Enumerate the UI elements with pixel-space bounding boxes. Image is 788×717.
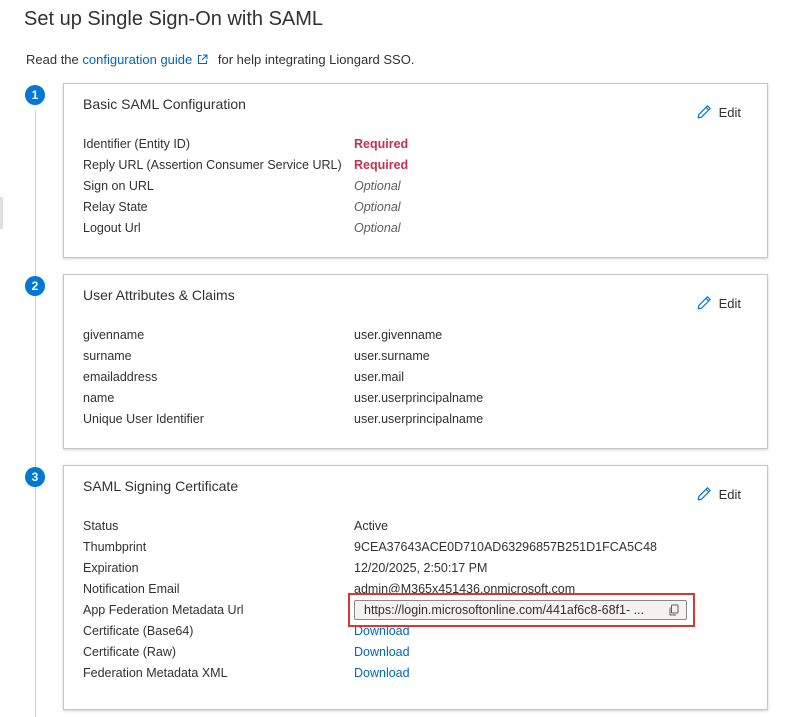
cert-row: Certificate (Raw) Download (83, 641, 757, 662)
download-federation-xml-link[interactable]: Download (354, 666, 410, 680)
status-value: Active (354, 518, 389, 533)
card-title: Basic SAML Configuration (83, 96, 246, 112)
expiration-value: 12/20/2025, 2:50:17 PM (354, 560, 488, 575)
cert-label: Certificate (Raw) (83, 644, 177, 659)
field-label: Logout Url (83, 220, 141, 235)
card-title: User Attributes & Claims (83, 287, 235, 303)
cert-label: Thumbprint (83, 539, 147, 554)
field-label: Reply URL (Assertion Consumer Service UR… (83, 157, 342, 172)
field-label: Relay State (83, 199, 148, 214)
field-row: Sign on URL Optional (83, 175, 757, 196)
page-title: Set up Single Sign-On with SAML (24, 8, 324, 30)
saml-signing-certificate-card: SAML Signing Certificate Edit Status Acti… (63, 465, 768, 710)
edit-label: Edit (718, 295, 741, 311)
cert-row: Expiration 12/20/2025, 2:50:17 PM (83, 557, 757, 578)
optional-badge: Optional (354, 178, 401, 193)
thumbprint-value: 9CEA37643ACE0D710AD63296857B251D1FCA5C48 (354, 539, 657, 554)
field-row: Identifier (Entity ID) Required (83, 133, 757, 154)
claim-name: givenname (83, 327, 145, 342)
edit-label: Edit (718, 486, 741, 502)
claim-value: user.mail (354, 369, 405, 384)
step-badge-3: 3 (25, 467, 45, 487)
claim-name: emailaddress (83, 369, 158, 384)
claim-row: surname user.surname (83, 345, 757, 366)
left-edge-indicator (0, 197, 3, 229)
cert-row: Thumbprint 9CEA37643ACE0D710AD63296857B25… (83, 536, 757, 557)
field-row: Reply URL (Assertion Consumer Service UR… (83, 154, 757, 175)
download-raw-link[interactable]: Download (354, 645, 410, 659)
cert-label: Federation Metadata XML (83, 665, 228, 680)
claim-value: user.givenname (354, 327, 443, 342)
intro-after: for help integrating Liongard SSO. (217, 52, 415, 67)
cert-row: Federation Metadata XML Download (83, 662, 757, 683)
cert-row: Certificate (Base64) Download (83, 620, 757, 641)
cert-label: Status (83, 518, 119, 533)
basic-saml-configuration-card: Basic SAML Configuration Edit Identifier… (63, 83, 768, 258)
step-connector-line (35, 110, 36, 717)
claim-row: Unique User Identifier user.userprincipal… (83, 408, 757, 429)
card-title: SAML Signing Certificate (83, 478, 239, 494)
claim-value: user.userprincipalname (354, 411, 484, 426)
cert-row: Status Active (83, 515, 757, 536)
field-label: Sign on URL (83, 178, 154, 193)
pencil-icon (697, 487, 711, 501)
metadata-url-text: https://login.microsoftonline.com/441af6… (364, 602, 645, 617)
edit-signing-certificate-button[interactable]: Edit (696, 486, 741, 502)
pencil-icon (697, 105, 711, 119)
configuration-guide-link[interactable]: configuration guide (82, 52, 192, 67)
cert-label: Expiration (83, 560, 139, 575)
edit-user-attributes-button[interactable]: Edit (696, 295, 741, 311)
intro-before: Read the (26, 52, 79, 67)
field-label: Identifier (Entity ID) (83, 136, 190, 151)
step-badge-2: 2 (25, 276, 45, 296)
step-badge-1: 1 (25, 85, 45, 105)
claim-value: user.userprincipalname (354, 390, 484, 405)
optional-badge: Optional (354, 220, 401, 235)
edit-label: Edit (718, 104, 741, 120)
pencil-icon (697, 296, 711, 310)
field-row: Logout Url Optional (83, 217, 757, 238)
intro-text: Read the configuration guide for help in… (26, 52, 414, 67)
edit-basic-saml-button[interactable]: Edit (696, 104, 741, 120)
notification-email-value: admin@M365x451436.onmicrosoft.com (354, 581, 576, 596)
claim-row: emailaddress user.mail (83, 366, 757, 387)
claim-name: Unique User Identifier (83, 411, 204, 426)
claim-row: givenname user.givenname (83, 324, 757, 345)
cert-label: Certificate (Base64) (83, 623, 194, 638)
claim-name: name (83, 390, 115, 405)
user-attributes-claims-card: User Attributes & Claims Edit givenname u… (63, 274, 768, 449)
optional-badge: Optional (354, 199, 401, 214)
field-row: Relay State Optional (83, 196, 757, 217)
claim-row: name user.userprincipalname (83, 387, 757, 408)
metadata-url-field[interactable]: https://login.microsoftonline.com/441af6… (354, 599, 687, 620)
external-link-icon (198, 54, 208, 64)
cert-row: App Federation Metadata Url https://logi… (83, 599, 757, 620)
copy-icon[interactable] (668, 604, 680, 616)
claim-value: user.surname (354, 348, 430, 363)
cert-label: Notification Email (83, 581, 180, 596)
cert-row: Notification Email admin@M365x451436.onmi… (83, 578, 757, 599)
claim-name: surname (83, 348, 132, 363)
download-base64-link[interactable]: Download (354, 624, 410, 638)
required-badge: Required (354, 136, 409, 151)
cert-label: App Federation Metadata Url (83, 602, 244, 617)
required-badge: Required (354, 157, 409, 172)
